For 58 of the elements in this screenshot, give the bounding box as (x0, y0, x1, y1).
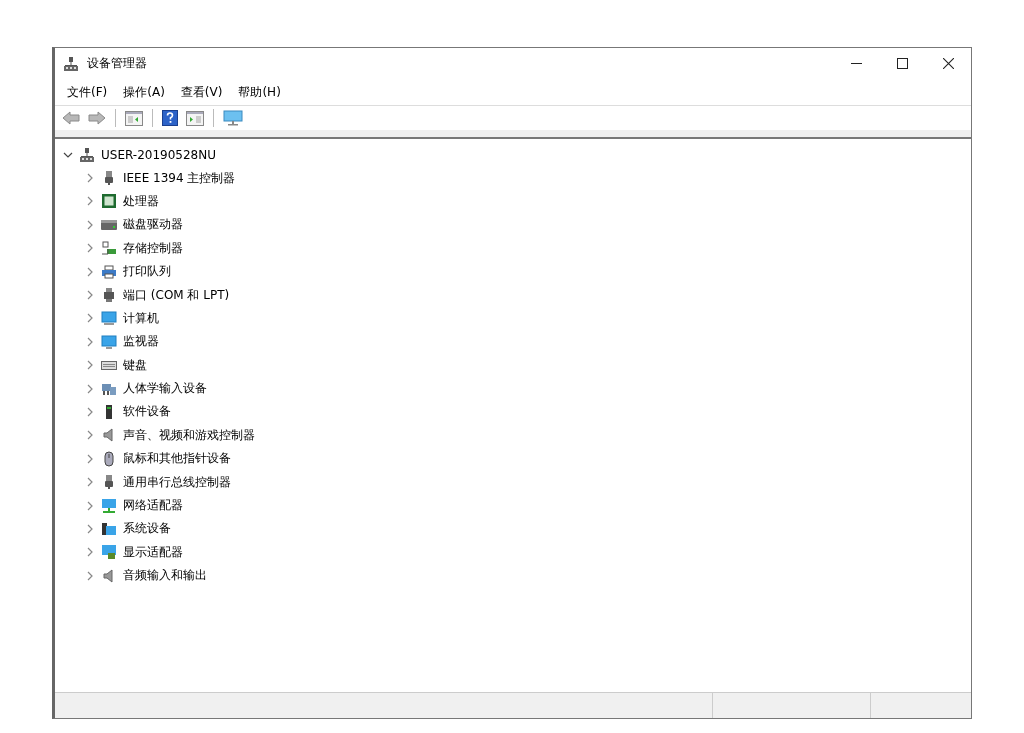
menu-item[interactable]: 查看(V) (174, 81, 229, 103)
expand-chevron-icon[interactable] (85, 173, 95, 184)
expand-chevron-icon[interactable] (85, 430, 95, 441)
maximize-icon (896, 58, 908, 69)
close-icon (942, 58, 954, 69)
tree-item[interactable]: 网络适配器 (123, 497, 183, 515)
expand-chevron-icon[interactable] (85, 313, 95, 324)
tree-item[interactable]: 音频输入和输出 (123, 567, 207, 585)
storage-controller-icon (101, 240, 117, 257)
window-title: 设备管理器 (87, 55, 147, 72)
chip-icon (101, 193, 117, 210)
computer-monitor-icon (101, 310, 117, 327)
tree-item[interactable]: IEEE 1394 主控制器 (123, 169, 236, 187)
expand-chevron-icon[interactable] (85, 336, 95, 347)
expand-chevron-icon[interactable] (85, 383, 95, 394)
computer-tree-icon (79, 146, 95, 163)
tree-item[interactable]: 监视器 (123, 333, 159, 351)
tree-item[interactable]: 计算机 (123, 309, 159, 327)
tree-item[interactable]: 人体学输入设备 (123, 380, 207, 398)
tree-item[interactable]: USER-20190528NU (101, 147, 216, 162)
expand-chevron-icon[interactable] (85, 547, 95, 558)
expand-chevron-icon[interactable] (85, 453, 95, 464)
tree-item[interactable]: 通用串行总线控制器 (123, 473, 231, 491)
console-tree-button[interactable] (122, 108, 146, 128)
help-button[interactable] (159, 108, 181, 128)
expand-chevron-icon[interactable] (85, 570, 95, 581)
tree-item[interactable]: 磁盘驱动器 (123, 216, 183, 234)
tree-item[interactable]: 显示适配器 (123, 543, 183, 561)
expand-chevron-icon[interactable] (85, 360, 95, 371)
tree-item[interactable]: 端口 (COM 和 LPT) (123, 286, 230, 304)
menu-item[interactable]: 文件(F) (61, 81, 114, 103)
display-adapter-icon (101, 544, 117, 561)
expand-chevron-icon[interactable] (85, 477, 95, 488)
monitor-button[interactable] (220, 108, 246, 128)
tree-item[interactable]: 软件设备 (123, 403, 171, 421)
tree-item[interactable]: 键盘 (123, 356, 147, 374)
folder-icon (101, 520, 117, 537)
monitor-icon (101, 333, 117, 350)
expand-chevron-icon[interactable] (85, 290, 95, 301)
tree-item[interactable]: 存储控制器 (123, 239, 183, 257)
menu-item[interactable]: 操作(A) (117, 81, 171, 103)
expand-chevron-icon[interactable] (85, 243, 95, 254)
tree-item[interactable]: 打印队列 (123, 263, 171, 281)
tree-item[interactable]: 系统设备 (123, 520, 171, 538)
tree-item[interactable]: 处理器 (123, 192, 159, 210)
menu-item[interactable]: 帮助(H) (232, 81, 287, 103)
network-icon (101, 497, 117, 514)
expand-chevron-icon[interactable] (85, 196, 95, 207)
port-icon (101, 287, 117, 304)
printer-icon (101, 263, 117, 280)
tree-item[interactable]: 声音、视频和游戏控制器 (123, 426, 255, 444)
expand-chevron-icon[interactable] (85, 407, 95, 417)
expand-chevron-icon[interactable] (85, 523, 95, 534)
expand-chevron-icon[interactable] (85, 266, 95, 277)
expand-chevron-icon[interactable] (85, 219, 95, 230)
computer-tree-icon (63, 55, 79, 72)
tree-item[interactable]: 鼠标和其他指针设备 (123, 450, 231, 468)
expand-chevron-icon[interactable] (85, 500, 95, 511)
